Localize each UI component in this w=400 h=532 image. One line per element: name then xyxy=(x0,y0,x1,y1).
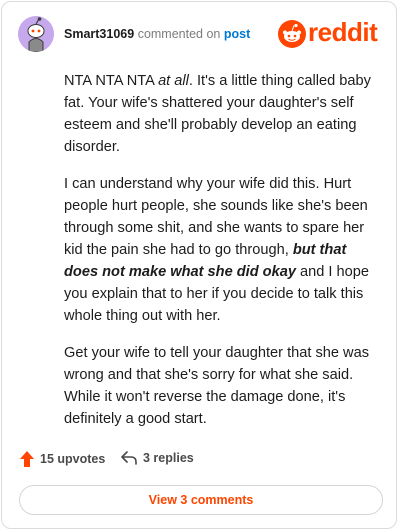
byline: Smart31069 commented on post xyxy=(64,27,250,41)
comment-card: Smart31069 commented on post reddit NTA … xyxy=(1,1,397,529)
paragraph-text: Get your wife to tell your daughter that… xyxy=(64,345,370,427)
reply-arrow-icon xyxy=(121,451,137,465)
byline-verb: commented on xyxy=(137,27,221,41)
upvote-count: 15 upvotes xyxy=(40,452,106,466)
username[interactable]: Smart31069 xyxy=(64,27,134,41)
paragraph-text: NTA NTA NTA xyxy=(64,73,159,89)
snoo-avatar-icon xyxy=(18,16,54,52)
comment-header: Smart31069 commented on post reddit xyxy=(18,16,382,56)
replies-button[interactable]: 3 replies xyxy=(121,451,194,465)
reply-count: 3 replies xyxy=(143,451,194,465)
comment-paragraph: Get your wife to tell your daughter that… xyxy=(64,342,380,430)
upvote-arrow-icon xyxy=(20,451,34,467)
reddit-wordmark: reddit xyxy=(308,17,378,47)
comment-paragraph: NTA NTA NTA at all. It's a little thing … xyxy=(64,70,380,158)
view-comments-button[interactable]: View 3 comments xyxy=(19,485,383,515)
reddit-logo[interactable]: reddit xyxy=(278,17,382,48)
italic-text: at all xyxy=(158,73,189,89)
post-link[interactable]: post xyxy=(224,27,250,41)
comment-paragraph: I can understand why your wife did this.… xyxy=(64,173,380,327)
avatar[interactable] xyxy=(18,16,54,52)
comment-actions: 15 upvotes 3 replies xyxy=(20,451,320,471)
upvote-button[interactable]: 15 upvotes xyxy=(20,451,105,467)
reddit-snoo-icon xyxy=(278,20,306,48)
comment-body: NTA NTA NTA at all. It's a little thing … xyxy=(64,70,380,445)
